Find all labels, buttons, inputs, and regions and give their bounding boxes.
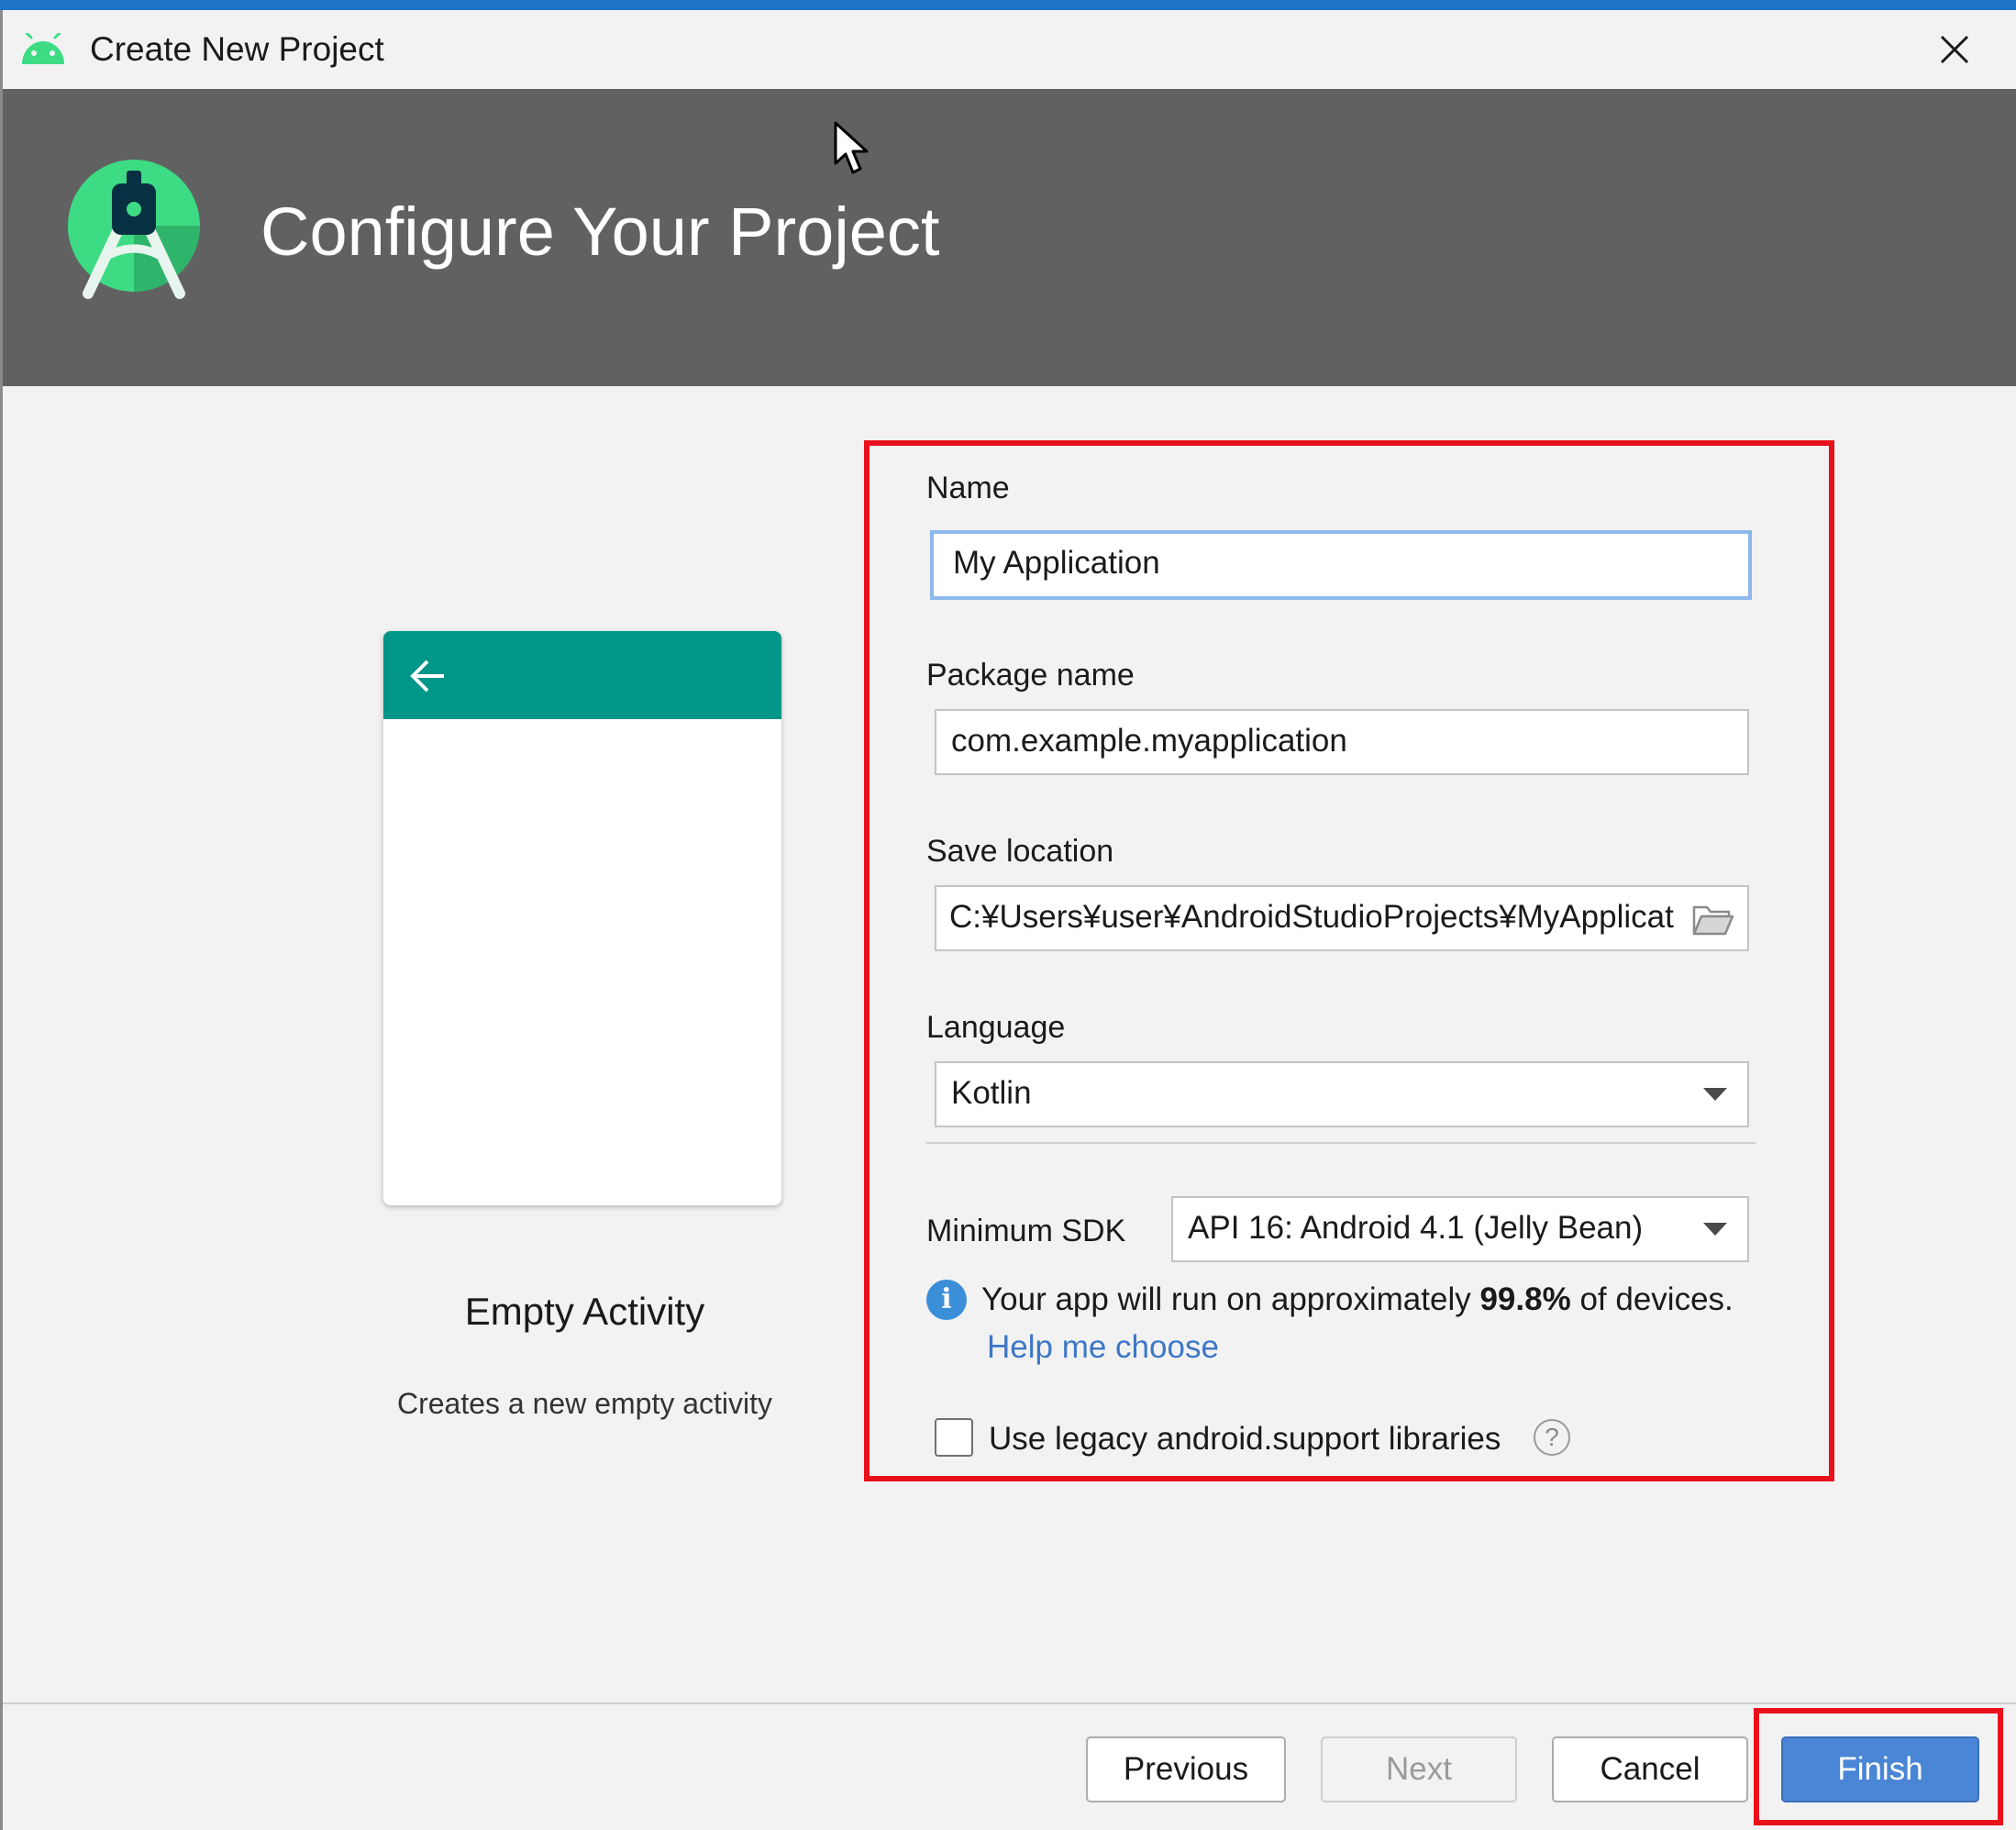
close-button[interactable] (1917, 20, 1992, 79)
close-icon (1940, 35, 1969, 64)
back-arrow-icon (410, 660, 444, 693)
template-name: Empty Activity (464, 1290, 705, 1333)
template-description: Creates a new empty activity (396, 1387, 773, 1420)
template-preview-card (383, 631, 781, 1205)
preview-app-bar (383, 631, 781, 719)
form-highlight-box (864, 440, 1834, 1481)
finish-highlight-box (1754, 1708, 2003, 1825)
previous-button[interactable]: Previous (1086, 1736, 1286, 1802)
footer-divider (3, 1702, 2016, 1704)
mouse-cursor-icon (834, 121, 869, 174)
window-accent-bar (0, 0, 2016, 10)
android-studio-logo-icon (68, 160, 200, 299)
cancel-button[interactable]: Cancel (1552, 1736, 1748, 1802)
android-icon (22, 33, 64, 64)
page-title: Configure Your Project (260, 194, 940, 270)
next-button[interactable]: Next (1321, 1736, 1517, 1802)
window-title: Create New Project (90, 30, 384, 68)
